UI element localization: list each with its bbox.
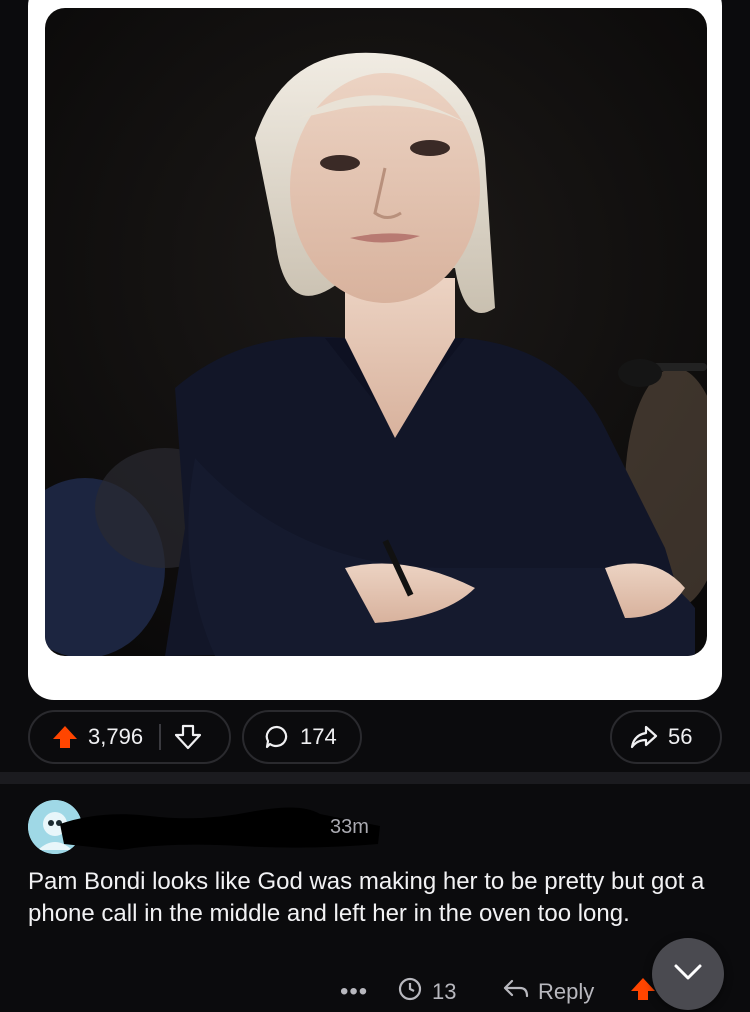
scroll-down-button[interactable] [652, 938, 724, 1010]
speech-bubble-icon [264, 724, 290, 750]
upvote-arrow-icon[interactable] [52, 724, 78, 750]
vote-divider [159, 724, 162, 750]
downvote-arrow-icon[interactable] [175, 724, 202, 750]
share-arrow-icon [630, 724, 658, 750]
comment-count: 174 [300, 724, 337, 749]
post-image[interactable] [45, 8, 707, 656]
comment-vote-info[interactable]: 13 [398, 974, 456, 1010]
comment-timestamp: 33m [330, 816, 369, 838]
share-button[interactable]: 56 [610, 710, 722, 764]
reply-arrow-icon [502, 977, 530, 1007]
vote-control: 3,796 [28, 710, 231, 764]
comment-vote-count: 13 [432, 979, 457, 1004]
chevron-down-icon [673, 962, 703, 987]
reply-label: Reply [538, 979, 595, 1004]
more-options-button[interactable]: ••• [340, 974, 368, 1010]
section-divider [0, 772, 750, 784]
comments-button[interactable]: 174 [242, 710, 362, 764]
upvote-count: 3,796 [88, 724, 144, 749]
comment-text: Pam Bondi looks like God was making her … [28, 868, 705, 927]
post-detail-screen: 3,796 174 56 33m Pam Bondi looks like Go… [0, 0, 750, 1012]
reply-button[interactable]: Reply [502, 974, 594, 1010]
share-count: 56 [668, 724, 693, 749]
clock-arrow-icon [398, 977, 422, 1007]
